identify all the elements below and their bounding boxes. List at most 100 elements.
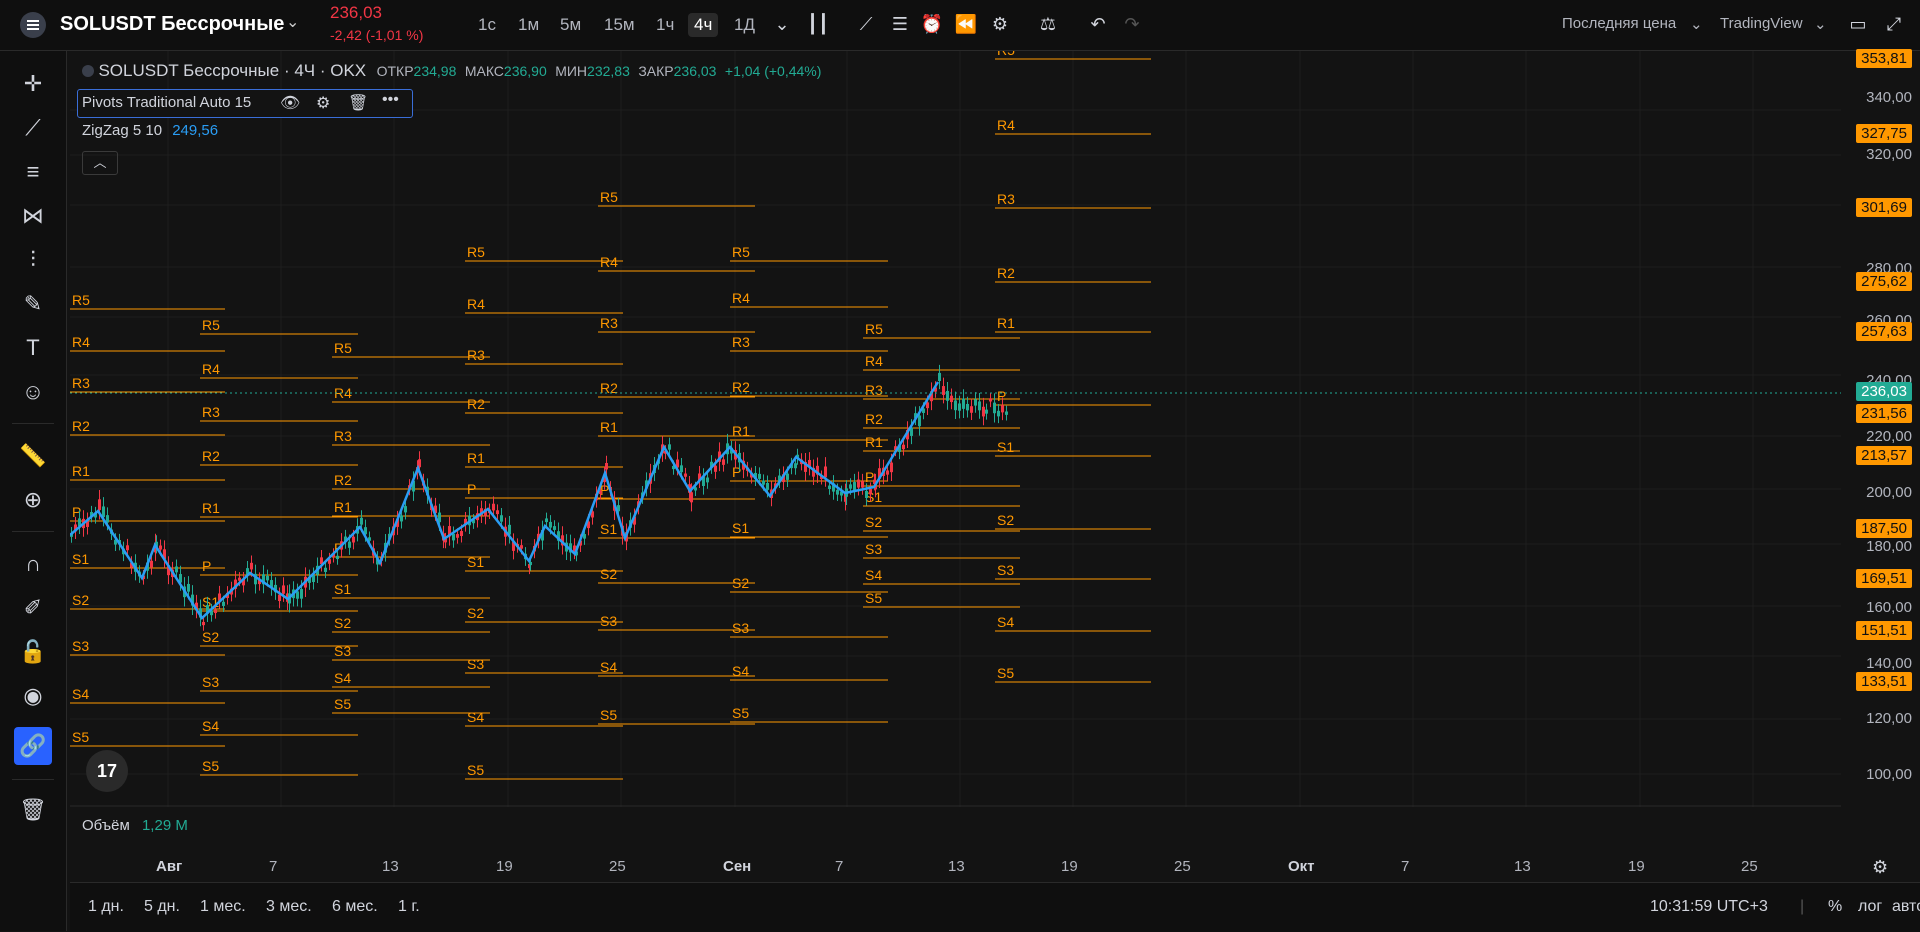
tf-1s[interactable]: 1с (472, 13, 502, 37)
bottom-toolbar: 1 дн. 5 дн. 1 мес. 3 мес. 6 мес. 1 г. 10… (70, 882, 1920, 932)
time-tick: Сен (723, 858, 752, 875)
legend-title[interactable]: SOLUSDT Бессрочные · 4Ч · OKX (98, 61, 366, 80)
fib-lines-icon[interactable]: ≡ (14, 153, 52, 191)
current-price-badge: 236,03 (1856, 382, 1912, 401)
range-6m[interactable]: 6 мес. (332, 898, 378, 916)
range-1d[interactable]: 1 дн. (88, 898, 124, 916)
broker-dropdown[interactable]: TradingView (1720, 15, 1803, 32)
tf-1d[interactable]: 1Д (728, 13, 761, 37)
crosshair-icon[interactable]: ✛ (14, 65, 52, 103)
log-toggle[interactable]: лог (1858, 898, 1882, 916)
redo-icon[interactable]: ↷ (1120, 12, 1144, 36)
text-icon[interactable]: T (14, 329, 52, 367)
time-tick: 25 (1174, 858, 1191, 875)
pivot-level-label: R4 (467, 296, 485, 312)
unlock-icon[interactable]: 🔓 (14, 633, 52, 671)
zigzag-indicator-row[interactable]: ZigZag 5 10 249,56 (82, 122, 218, 139)
time-tick: 25 (1741, 858, 1758, 875)
price-tick: 220,00 (1866, 428, 1912, 445)
time-axis[interactable]: Авг 7 13 19 25 Сен 7 13 19 25 Окт 7 13 19 25 (70, 851, 1841, 881)
tf-5m[interactable]: 5м (554, 13, 587, 37)
pivot-level-label: R5 (72, 292, 90, 308)
pivot-level-label: R5 (732, 244, 750, 260)
chart-canvas[interactable]: R5 R4 R3 R2 R1 P S1 S2 S3 S4 S5 R5 R4 R3 R2 R1 P S1 S2 S3 S4… (69, 42, 1841, 844)
range-1y[interactable]: 1 г. (398, 898, 420, 916)
pivot-level-label: R4 (600, 254, 618, 270)
auto-toggle[interactable]: авто (1892, 898, 1920, 916)
pivot-price-badge: 133,51 (1856, 672, 1912, 691)
range-5d[interactable]: 5 дн. (144, 898, 180, 916)
price-tick: 340,00 (1866, 89, 1912, 106)
volume-value: 1,29 M (141, 817, 188, 834)
maximize-icon[interactable]: ⤢ (1882, 12, 1906, 36)
pivot-level-label: S5 (202, 758, 219, 774)
price-tick: 140,00 (1866, 655, 1912, 672)
more-icon[interactable]: ••• (382, 91, 399, 109)
eye-icon[interactable]: ◉ (14, 677, 52, 715)
candle-body (460, 531, 463, 537)
symbol-name[interactable]: SOLUSDT Бессрочные (60, 13, 284, 36)
tradingview-logo[interactable]: 17 (86, 750, 128, 792)
pattern-icon[interactable]: ⋈ (14, 197, 52, 235)
eye-icon[interactable]: 👁 (280, 93, 300, 113)
chevron-down-icon[interactable]: ⌄ (286, 12, 299, 32)
price-change: -2,42 (-1,01 %) (330, 27, 424, 43)
trash-icon[interactable]: 🗑 (14, 791, 52, 829)
prediction-icon[interactable]: ⫶ (14, 241, 52, 279)
tf-1m[interactable]: 1м (512, 13, 545, 37)
candle-body (500, 515, 503, 522)
undo-icon[interactable]: ↶ (1086, 12, 1110, 36)
price-source-dropdown[interactable]: Последняя цена (1562, 15, 1676, 32)
chart-type-icon[interactable]: ┃┃ (806, 12, 830, 36)
alert-icon[interactable]: ⏰ (920, 12, 944, 36)
candle-body (150, 560, 153, 568)
tf-4h[interactable]: 4ч (688, 13, 719, 37)
pivots-indicator-row[interactable]: Pivots Traditional Auto 15 👁 ⚙ 🗑 ••• (77, 89, 413, 118)
settings-gear-icon[interactable]: ⚙ (988, 12, 1012, 36)
candle-body (545, 518, 548, 523)
compare-scale-icon[interactable]: ⚖ (1036, 12, 1060, 36)
broker-chevron-icon[interactable]: ⌄ (1814, 15, 1827, 33)
magnet-icon[interactable]: ∩ (14, 545, 52, 583)
tf-15m[interactable]: 15м (598, 13, 641, 37)
replay-icon[interactable]: ⏪ (954, 12, 978, 36)
pivot-level-label: S5 (997, 665, 1014, 681)
pivot-level-label: R4 (732, 290, 750, 306)
fullscreen-icon[interactable]: ▭ (1846, 12, 1870, 36)
range-1m[interactable]: 1 мес. (200, 898, 246, 916)
link-icon[interactable]: 🔗 (14, 727, 52, 765)
indicators-icon[interactable]: ⟋ (854, 12, 878, 36)
price-source-chevron-icon[interactable]: ⌄ (1690, 15, 1703, 33)
percent-toggle[interactable]: % (1828, 898, 1842, 916)
pivot-level-label: S1 (600, 521, 617, 537)
trash-icon[interactable]: 🗑 (348, 93, 368, 113)
brush-icon[interactable]: ✎ (14, 285, 52, 323)
trendline-icon[interactable]: ⟋ (14, 109, 52, 147)
candle-body (187, 583, 190, 592)
ruler-icon[interactable]: 📏 (14, 437, 52, 475)
candle-body (857, 479, 860, 488)
tf-1h[interactable]: 1ч (650, 13, 680, 37)
axis-settings-gear-icon[interactable]: ⚙ (1872, 857, 1888, 878)
clock[interactable]: 10:31:59 UTC+3 (1650, 898, 1768, 916)
price-axis[interactable]: 340,00 320,00 280,00 260,00 240,00 220,00 200,… (1841, 49, 1920, 807)
candle-body (938, 372, 941, 382)
legend-close-label: ЗАКР (638, 63, 674, 79)
emoji-icon[interactable]: ☺ (14, 373, 52, 411)
pivot-level-label: S5 (865, 590, 882, 606)
zoom-icon[interactable]: ⊕ (14, 481, 52, 519)
chart-pane[interactable]: R5 R4 R3 R2 R1 P S1 S2 S3 S4 S5 R5 R4 R3 R2 R1 P S1 S2 S3 S4… (69, 42, 1841, 844)
pivot-level-label: R1 (334, 499, 352, 515)
lock-drawing-icon[interactable]: ✐ (14, 589, 52, 627)
pivot-level-label: S3 (72, 638, 89, 654)
collapse-legend-icon[interactable]: ︿ (82, 151, 118, 175)
range-3m[interactable]: 3 мес. (266, 898, 312, 916)
candle-body (958, 403, 961, 411)
templates-icon[interactable]: ☰ (888, 12, 912, 36)
candle-body (865, 490, 868, 499)
settings-gear-icon[interactable]: ⚙ (316, 93, 330, 113)
pivot-level-label: R5 (997, 51, 1015, 58)
pivot-level-label: R2 (202, 448, 220, 464)
tf-more-chevron-icon[interactable]: ⌄ (770, 12, 794, 36)
pivot-level-label: R2 (600, 380, 618, 396)
